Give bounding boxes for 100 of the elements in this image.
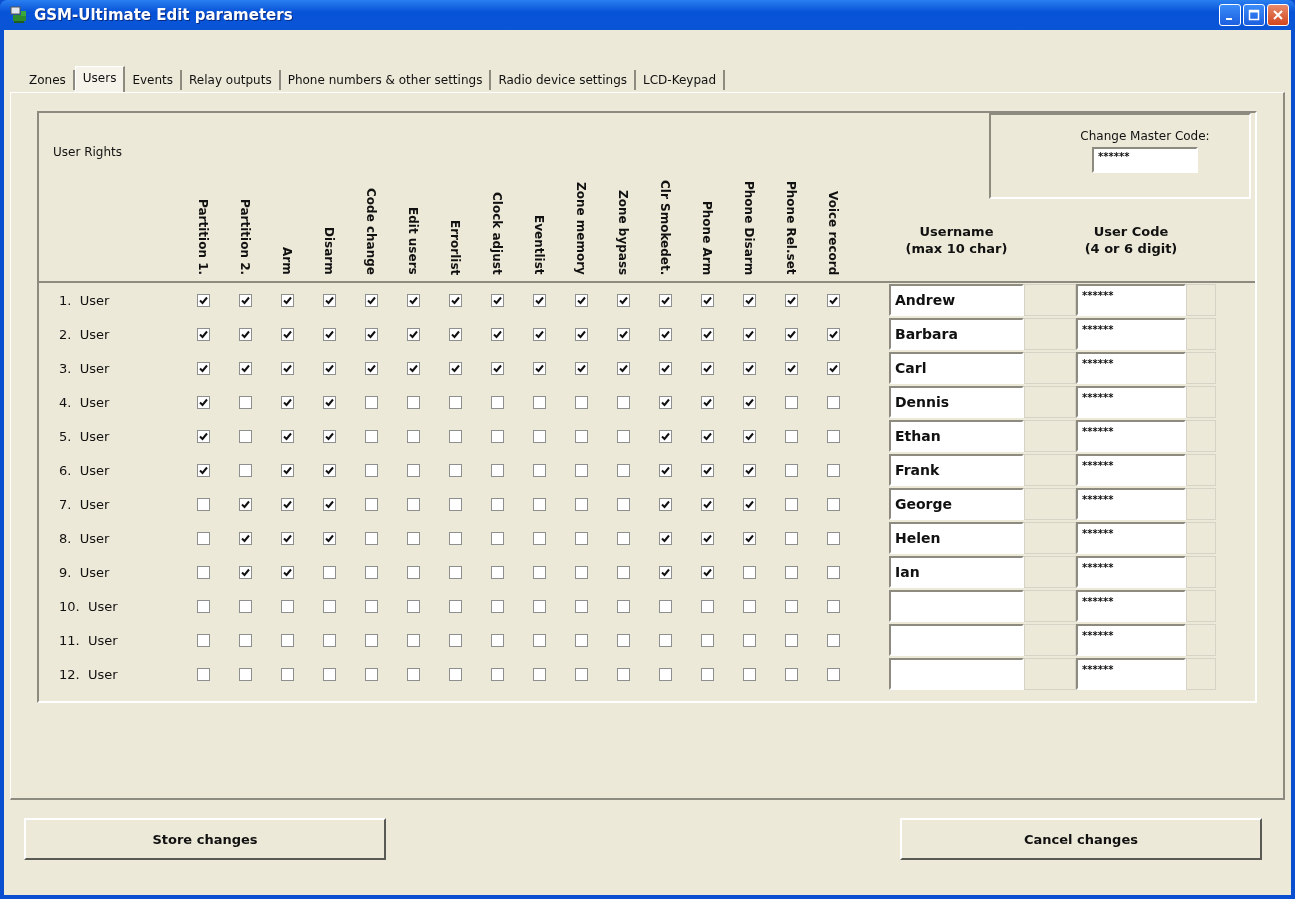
checkbox[interactable] (322, 361, 336, 375)
checkbox[interactable] (532, 565, 546, 579)
checkbox[interactable] (448, 429, 462, 443)
username-field[interactable] (889, 658, 1024, 690)
checkbox[interactable] (322, 497, 336, 511)
checkbox[interactable] (826, 633, 840, 647)
checkbox[interactable] (742, 429, 756, 443)
checkbox[interactable] (616, 463, 630, 477)
checkbox[interactable] (322, 599, 336, 613)
checkbox[interactable] (406, 497, 420, 511)
username-field[interactable]: Barbara (889, 318, 1024, 350)
checkbox[interactable] (364, 361, 378, 375)
checkbox[interactable] (784, 327, 798, 341)
checkbox[interactable] (826, 497, 840, 511)
checkbox[interactable] (532, 667, 546, 681)
checkbox[interactable] (196, 497, 210, 511)
checkbox[interactable] (406, 633, 420, 647)
checkbox[interactable] (280, 293, 294, 307)
checkbox[interactable] (826, 327, 840, 341)
checkbox[interactable] (238, 633, 252, 647)
checkbox[interactable] (826, 429, 840, 443)
checkbox[interactable] (322, 463, 336, 477)
checkbox[interactable] (658, 633, 672, 647)
username-field[interactable] (889, 590, 1024, 622)
checkbox[interactable] (448, 633, 462, 647)
checkbox[interactable] (616, 395, 630, 409)
checkbox[interactable] (700, 497, 714, 511)
checkbox[interactable] (742, 667, 756, 681)
checkbox[interactable] (574, 429, 588, 443)
checkbox[interactable] (196, 327, 210, 341)
checkbox[interactable] (448, 599, 462, 613)
checkbox[interactable] (322, 327, 336, 341)
user-code-field[interactable]: ****** (1076, 284, 1186, 316)
checkbox[interactable] (826, 531, 840, 545)
checkbox[interactable] (406, 429, 420, 443)
checkbox[interactable] (196, 565, 210, 579)
checkbox[interactable] (490, 327, 504, 341)
checkbox[interactable] (742, 361, 756, 375)
checkbox[interactable] (784, 395, 798, 409)
checkbox[interactable] (322, 395, 336, 409)
checkbox[interactable] (574, 565, 588, 579)
checkbox[interactable] (322, 531, 336, 545)
checkbox[interactable] (574, 463, 588, 477)
checkbox[interactable] (700, 293, 714, 307)
checkbox[interactable] (784, 463, 798, 477)
user-code-field[interactable]: ****** (1076, 352, 1186, 384)
tab[interactable]: Events (125, 70, 183, 90)
user-code-field[interactable]: ****** (1076, 318, 1186, 350)
checkbox[interactable] (406, 565, 420, 579)
checkbox[interactable] (238, 463, 252, 477)
username-field[interactable]: Ian (889, 556, 1024, 588)
checkbox[interactable] (826, 463, 840, 477)
tab[interactable]: LCD-Keypad (636, 70, 725, 90)
checkbox[interactable] (196, 463, 210, 477)
checkbox[interactable] (532, 327, 546, 341)
user-code-field[interactable]: ****** (1076, 488, 1186, 520)
checkbox[interactable] (784, 497, 798, 511)
checkbox[interactable] (616, 531, 630, 545)
checkbox[interactable] (784, 565, 798, 579)
checkbox[interactable] (616, 633, 630, 647)
checkbox[interactable] (322, 633, 336, 647)
checkbox[interactable] (280, 599, 294, 613)
checkbox[interactable] (448, 361, 462, 375)
checkbox[interactable] (700, 327, 714, 341)
user-code-field[interactable]: ****** (1076, 522, 1186, 554)
checkbox[interactable] (742, 531, 756, 545)
checkbox[interactable] (196, 429, 210, 443)
checkbox[interactable] (742, 565, 756, 579)
checkbox[interactable] (406, 667, 420, 681)
checkbox[interactable] (322, 565, 336, 579)
checkbox[interactable] (658, 565, 672, 579)
checkbox[interactable] (280, 565, 294, 579)
close-button[interactable] (1267, 4, 1289, 26)
checkbox[interactable] (658, 327, 672, 341)
checkbox[interactable] (784, 361, 798, 375)
checkbox[interactable] (448, 293, 462, 307)
checkbox[interactable] (448, 395, 462, 409)
tab[interactable]: Relay outputs (182, 70, 281, 90)
checkbox[interactable] (700, 463, 714, 477)
checkbox[interactable] (574, 293, 588, 307)
checkbox[interactable] (742, 293, 756, 307)
checkbox[interactable] (658, 463, 672, 477)
checkbox[interactable] (742, 497, 756, 511)
checkbox[interactable] (490, 361, 504, 375)
checkbox[interactable] (280, 633, 294, 647)
checkbox[interactable] (196, 599, 210, 613)
checkbox[interactable] (826, 361, 840, 375)
checkbox[interactable] (364, 429, 378, 443)
minimize-button[interactable] (1219, 4, 1241, 26)
checkbox[interactable] (616, 361, 630, 375)
checkbox[interactable] (700, 361, 714, 375)
checkbox[interactable] (322, 429, 336, 443)
checkbox[interactable] (490, 293, 504, 307)
username-field[interactable]: Helen (889, 522, 1024, 554)
checkbox[interactable] (364, 497, 378, 511)
checkbox[interactable] (658, 667, 672, 681)
checkbox[interactable] (448, 327, 462, 341)
checkbox[interactable] (196, 667, 210, 681)
checkbox[interactable] (196, 531, 210, 545)
checkbox[interactable] (238, 599, 252, 613)
